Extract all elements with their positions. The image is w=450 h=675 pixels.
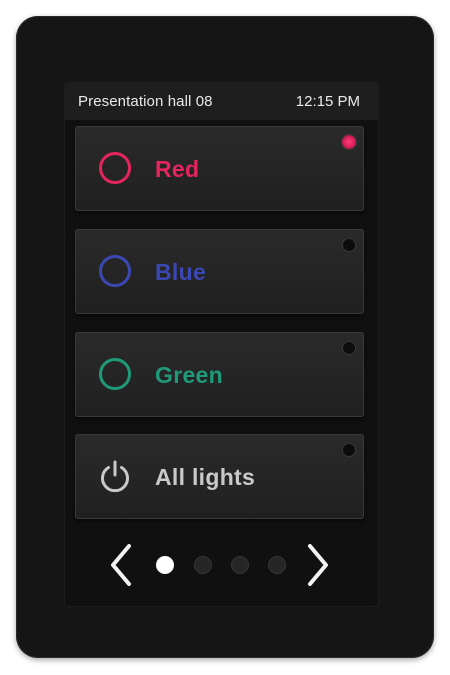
chevron-left-icon[interactable]: [108, 543, 134, 587]
scene-button-label: Blue: [155, 259, 207, 285]
status-led: [342, 443, 356, 457]
status-led: [342, 135, 356, 149]
status-led: [342, 238, 356, 252]
scene-button-red[interactable]: Red: [75, 126, 364, 211]
scene-button-all-lights[interactable]: All lights: [75, 434, 364, 519]
scene-button-blue[interactable]: Blue: [75, 229, 364, 314]
power-icon: [101, 460, 129, 493]
ring-icon: [99, 255, 131, 287]
scene-button-label: Red: [155, 156, 200, 182]
status-led: [342, 341, 356, 355]
page-dot-3[interactable]: [231, 556, 249, 574]
page-dot-2[interactable]: [194, 556, 212, 574]
scene-button-label: Green: [155, 362, 223, 388]
chevron-right-icon[interactable]: [305, 543, 331, 587]
scene-button-label: All lights: [155, 464, 256, 490]
page-dot-4[interactable]: [268, 556, 286, 574]
page-dot-1[interactable]: [156, 556, 174, 574]
scene-button-green[interactable]: Green: [75, 332, 364, 417]
ring-icon: [99, 152, 131, 184]
clock-time: 12:15 PM: [295, 93, 360, 110]
ring-icon: [99, 358, 131, 390]
room-name: Presentation hall 08: [78, 93, 213, 110]
